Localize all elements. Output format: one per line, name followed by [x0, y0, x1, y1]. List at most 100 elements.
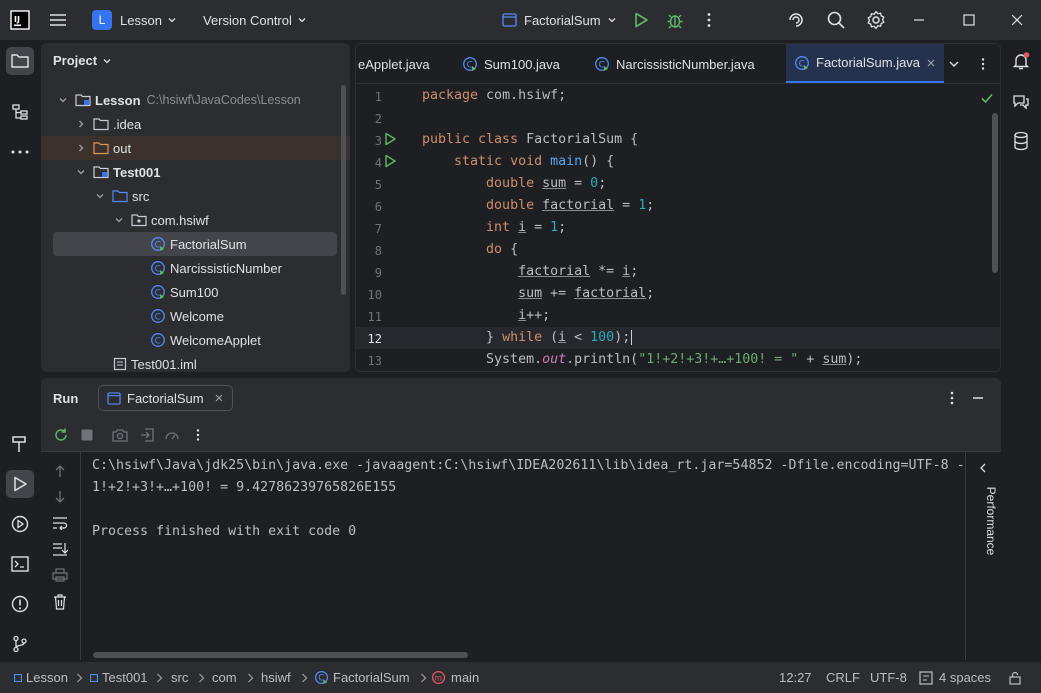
terminal-tool-button[interactable] [6, 550, 34, 578]
tree-label: Test001.iml [131, 356, 197, 372]
tree-label: out [113, 140, 132, 156]
rerun-icon[interactable] [53, 427, 69, 443]
toolbar-more-icon[interactable] [192, 428, 204, 442]
runnable-class-icon: C [594, 56, 610, 72]
tree-node-welcomeapplet[interactable]: C WelcomeApplet [41, 328, 350, 352]
tree-node-idea[interactable]: .idea [41, 112, 350, 136]
svg-text:C: C [599, 60, 605, 70]
tree-node-narcissisticnumber[interactable]: C NarcissisticNumber [41, 256, 350, 280]
code-line: i++; [518, 308, 551, 323]
project-scrollbar[interactable] [341, 85, 346, 295]
tab-more-icon[interactable] [976, 44, 990, 84]
run-tool-button[interactable] [6, 470, 34, 498]
close-tab-icon[interactable] [926, 58, 936, 68]
breadcrumb-src[interactable]: src [171, 662, 205, 693]
structure-tool-button[interactable] [6, 98, 34, 126]
close-icon[interactable] [1010, 0, 1024, 40]
build-tool-button[interactable] [6, 430, 34, 458]
no-problems-check-icon[interactable] [980, 91, 994, 105]
breadcrumb-hsiwf[interactable]: hsiwf [261, 662, 308, 693]
breadcrumb-main[interactable]: m main [431, 662, 479, 693]
file-encoding[interactable]: UTF-8 [870, 662, 907, 693]
tab-factorialsum[interactable]: C FactorialSum.java [786, 44, 945, 83]
run-panel-title: Run [53, 391, 79, 406]
code-area[interactable]: 1 2 3 4 5 6 7 8 9 10 11 12 13 package com.hsiwf; pub… [356, 85, 1000, 371]
line-separator[interactable]: CRLF [826, 662, 860, 693]
version-control-menu[interactable]: Version Control [203, 0, 307, 40]
project-selector[interactable]: L Lesson [92, 0, 177, 40]
svg-text:IJ: IJ [14, 15, 20, 24]
read-only-lock-icon[interactable] [1008, 662, 1022, 693]
console-output[interactable]: C:\hsiwf\Java\jdk25\bin\java.exe -javaag… [41, 452, 966, 660]
performance-side-panel[interactable]: Performance [965, 452, 1001, 660]
ai-chat-button[interactable] [1007, 88, 1035, 116]
breadcrumb-factorialsum[interactable]: C FactorialSum [314, 662, 427, 693]
tab-welcomeapplet[interactable]: eApplet.java [358, 44, 430, 84]
tree-node-lesson[interactable]: Lesson C:\hsiwf\JavaCodes\Lesson [41, 88, 350, 112]
search-icon[interactable] [826, 0, 846, 40]
tab-sum100[interactable]: C Sum100.java [462, 44, 560, 84]
breadcrumb-label: main [451, 670, 480, 685]
caret-position[interactable]: 12:27 [779, 662, 812, 693]
problems-tool-button[interactable] [6, 590, 34, 618]
stop-icon[interactable] [81, 429, 93, 441]
breadcrumb-lesson[interactable]: Lesson [14, 662, 83, 693]
git-tool-button[interactable] [6, 630, 34, 658]
close-tab-icon[interactable] [214, 393, 224, 403]
ai-assistant-icon[interactable] [786, 0, 806, 40]
hide-panel-icon[interactable] [971, 391, 985, 405]
tree-node-package[interactable]: com.hsiwf [41, 208, 350, 232]
run-gutter-icon[interactable] [383, 132, 397, 146]
services-tool-button[interactable] [6, 510, 34, 538]
breadcrumb-com[interactable]: com [212, 662, 254, 693]
tree-node-test001[interactable]: Test001 [41, 160, 350, 184]
indent-settings[interactable]: 4 spaces [919, 662, 991, 693]
tree-label: FactorialSum [170, 236, 247, 252]
database-button[interactable] [1007, 127, 1035, 155]
settings-gear-icon[interactable] [866, 0, 886, 40]
attach-debugger-icon[interactable] [139, 427, 155, 443]
code-line: sum += factorial; [518, 286, 655, 301]
camera-icon[interactable] [112, 428, 128, 442]
package-icon [131, 213, 147, 227]
chevron-left-icon [978, 462, 988, 474]
notifications-button[interactable] [1007, 47, 1035, 75]
tree-node-out[interactable]: out [41, 136, 350, 160]
tree-node-factorialsum[interactable]: C FactorialSum [53, 232, 337, 256]
svg-text:C: C [155, 288, 161, 298]
tab-narcissisticnumber[interactable]: C NarcissisticNumber.java [594, 44, 755, 84]
tree-node-welcome[interactable]: C Welcome [41, 304, 350, 328]
code-line: factorial *= i; [518, 264, 639, 279]
chevron-right-icon [247, 673, 254, 683]
tree-node-iml[interactable]: Test001.iml [41, 352, 350, 372]
editor-scrollbar[interactable] [992, 113, 998, 273]
project-tool-button[interactable] [6, 47, 34, 75]
line-number: 4 [374, 156, 382, 170]
run-more-icon[interactable] [945, 390, 959, 406]
more-actions-icon[interactable] [700, 0, 718, 40]
folder-icon [93, 117, 109, 131]
minimize-icon[interactable] [912, 0, 926, 40]
tree-node-src[interactable]: src [41, 184, 350, 208]
runnable-class-icon: C [150, 236, 166, 252]
run-icon[interactable] [632, 0, 650, 40]
tree-label: WelcomeApplet [170, 332, 261, 348]
breadcrumb-test001[interactable]: Test001 [90, 662, 163, 693]
more-tools-button[interactable] [6, 138, 34, 166]
hammer-icon [10, 434, 30, 454]
code-line: } while (i < 100); [422, 330, 633, 345]
svg-text:C: C [467, 60, 473, 70]
run-config-selector[interactable]: FactorialSum [502, 0, 617, 40]
tab-list-dropdown[interactable] [948, 44, 960, 84]
project-panel-header[interactable]: Project [53, 53, 112, 68]
debug-icon[interactable] [666, 0, 684, 40]
left-tool-strip [0, 40, 40, 660]
console-horizontal-scrollbar[interactable] [93, 652, 468, 658]
profiler-icon[interactable] [164, 427, 180, 443]
maximize-icon[interactable] [962, 0, 976, 40]
run-gutter-icon[interactable] [383, 154, 397, 168]
intellij-logo[interactable]: IJ [10, 0, 30, 40]
run-tab-factorialsum[interactable]: FactorialSum [98, 385, 233, 411]
tree-node-sum100[interactable]: C Sum100 [41, 280, 350, 304]
main-menu-icon[interactable] [48, 0, 68, 40]
